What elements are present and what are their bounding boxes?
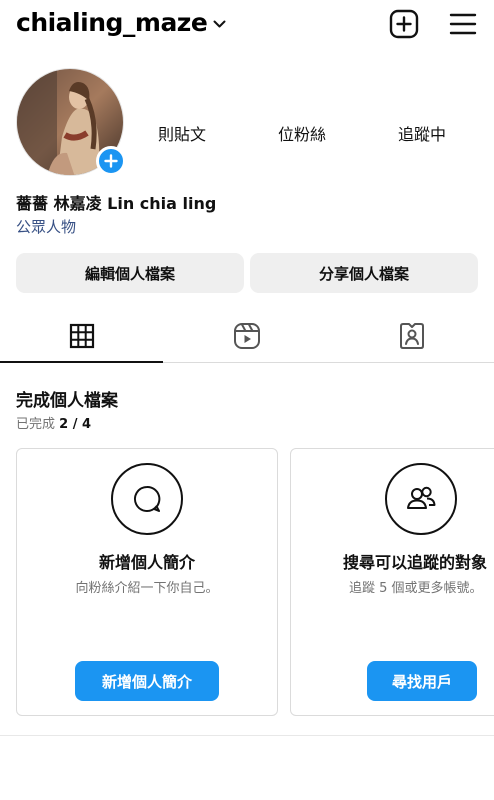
following-stat[interactable]: 追蹤中 [398, 121, 446, 145]
progress-value: 2 / 4 [59, 417, 92, 432]
card-title: 新增個人簡介 [98, 553, 195, 572]
speech-bubble-icon-wrap [111, 463, 183, 535]
grid-icon [69, 323, 95, 348]
add-story-button[interactable] [96, 146, 126, 176]
add-bio-card: 新增個人簡介 向粉絲介紹一下你自己。 新增個人簡介 [16, 448, 278, 716]
profile-avatar-wrap[interactable] [16, 68, 126, 176]
posts-stat[interactable]: 則貼文 [158, 121, 206, 145]
completion-progress: 已完成 2 / 4 [16, 413, 91, 432]
add-bio-button[interactable]: 新增個人簡介 [75, 661, 219, 701]
profile-tabs [0, 309, 494, 363]
card-subtitle: 追蹤 5 個或更多帳號。 [349, 581, 483, 596]
hamburger-menu-icon[interactable] [447, 8, 479, 40]
chevron-down-icon [213, 20, 226, 28]
find-people-button[interactable]: 尋找用戶 [367, 661, 477, 701]
card-title: 搜尋可以追蹤的對象 [343, 553, 488, 572]
account-switcher[interactable]: chialing_maze [16, 8, 226, 37]
plus-square-icon[interactable] [388, 8, 420, 40]
category-label: 公眾人物 [16, 218, 77, 236]
share-profile-button[interactable]: 分享個人檔案 [250, 253, 478, 293]
divider [0, 735, 494, 736]
active-tab-indicator [0, 361, 163, 363]
progress-prefix: 已完成 [16, 417, 56, 432]
tab-reels[interactable] [165, 309, 329, 362]
card-subtitle: 向粉絲介紹一下你自己。 [75, 581, 219, 596]
username: chialing_maze [16, 8, 208, 37]
tab-tagged[interactable] [330, 309, 494, 362]
tagged-icon [400, 322, 424, 349]
profile-header: chialing_maze [0, 0, 494, 52]
people-icon [407, 486, 436, 509]
tab-posts-grid[interactable] [0, 309, 164, 362]
plus-icon [104, 154, 118, 168]
reels-icon [234, 322, 260, 349]
speech-bubble-icon [134, 485, 161, 512]
followers-stat[interactable]: 位粉絲 [278, 121, 326, 145]
people-icon-wrap [385, 463, 457, 535]
edit-profile-button[interactable]: 編輯個人檔案 [16, 253, 244, 293]
complete-profile-title: 完成個人檔案 [16, 391, 118, 411]
display-name: 薔薔 林嘉凌 Lin chia ling [16, 194, 217, 213]
find-people-card: 搜尋可以追蹤的對象 追蹤 5 個或更多帳號。 尋找用戶 [290, 448, 494, 716]
